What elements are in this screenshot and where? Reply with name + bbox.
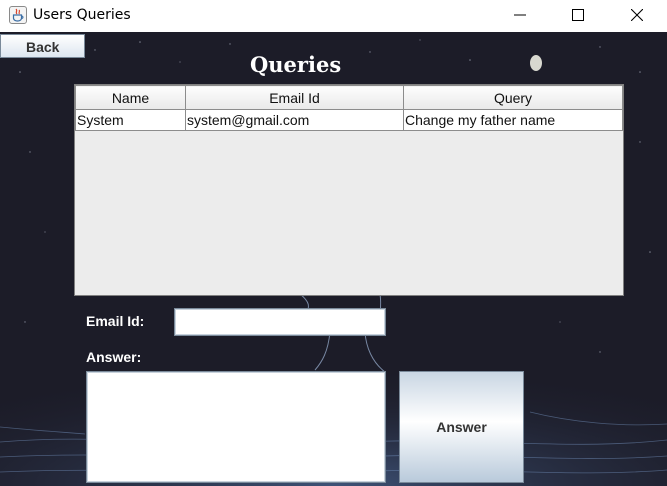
email-label: Email Id: [86, 313, 145, 329]
maximize-icon [572, 9, 584, 21]
back-button-label: Back [26, 39, 60, 55]
java-cup-icon [9, 6, 27, 24]
close-button[interactable] [614, 0, 660, 32]
answer-button[interactable]: Answer [399, 371, 524, 483]
queries-table: Name Email Id Query System system@gmail.… [75, 85, 623, 131]
back-button[interactable]: Back [0, 34, 85, 58]
minimize-button[interactable] [497, 0, 543, 32]
window-title: Users Queries [33, 7, 131, 23]
queries-table-panel: Name Email Id Query System system@gmail.… [74, 84, 624, 296]
table-header-row: Name Email Id Query [75, 85, 623, 110]
email-field[interactable] [174, 308, 386, 336]
answer-label: Answer: [86, 349, 142, 365]
cell-name[interactable]: System [75, 109, 186, 131]
app-window: Users Queries Back Queries Name Email Id… [0, 0, 667, 486]
maximize-button[interactable] [555, 0, 601, 32]
cell-query[interactable]: Change my father name [403, 109, 623, 131]
page-title: Queries [250, 52, 342, 77]
cell-email[interactable]: system@gmail.com [185, 109, 404, 131]
column-header-query[interactable]: Query [403, 85, 623, 110]
content-pane: Back Queries Name Email Id Query System … [0, 32, 667, 486]
column-header-email[interactable]: Email Id [185, 85, 404, 110]
column-header-name[interactable]: Name [75, 85, 186, 110]
minimize-icon [514, 14, 526, 16]
title-bar: Users Queries [0, 0, 667, 32]
close-icon [631, 9, 643, 21]
answer-textarea[interactable] [86, 371, 386, 483]
table-row[interactable]: System system@gmail.com Change my father… [75, 109, 623, 131]
